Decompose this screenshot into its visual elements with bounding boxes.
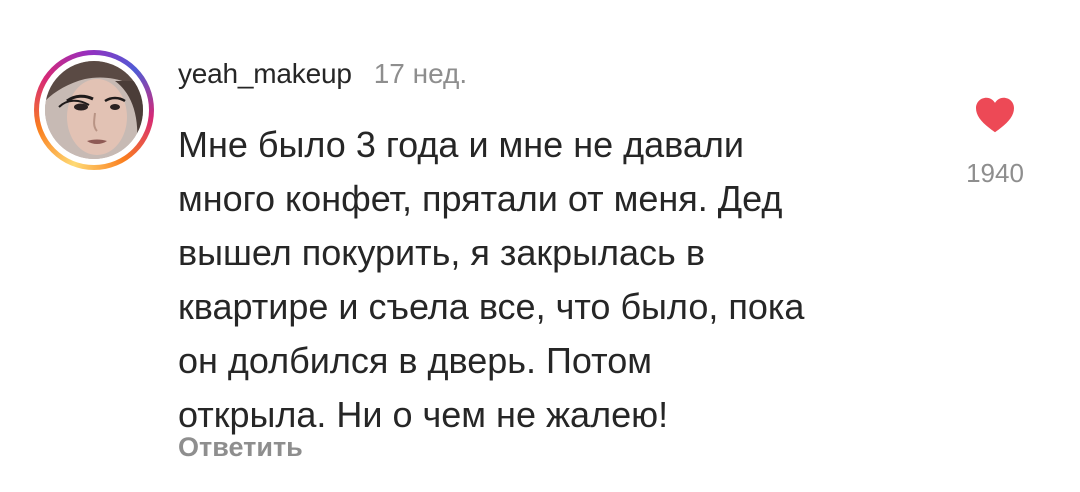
comment-text-line: много конфет, прятали от меня. Дед xyxy=(178,178,783,219)
comment-text: Мне было 3 года и мне не давали много ко… xyxy=(178,118,938,442)
like-count: 1940 xyxy=(966,158,1024,188)
comment-timestamp: 17 нед. xyxy=(373,58,468,89)
username-link[interactable]: yeah_makeup xyxy=(178,58,352,90)
avatar-ring-gap xyxy=(39,55,149,165)
comment-meta: yeah_makeup 17 нед. xyxy=(178,58,467,94)
comment-text-line: он долбился в дверь. Потом xyxy=(178,340,652,381)
comment-text-line: вышел покурить, я закрылась в xyxy=(178,232,705,273)
avatar[interactable] xyxy=(34,50,154,170)
comment-text-line: квартире и съела все, что было, пока xyxy=(178,286,805,327)
avatar-face-image xyxy=(45,61,143,159)
avatar-photo xyxy=(45,61,143,159)
heart-filled-icon[interactable] xyxy=(974,96,1016,134)
comment-item: yeah_makeup 17 нед. Мне было 3 года и мн… xyxy=(0,0,1080,492)
like-control: 1940 xyxy=(960,96,1030,189)
reply-button[interactable]: Ответить xyxy=(178,432,303,463)
comment-text-line: Мне было 3 года и мне не давали xyxy=(178,124,744,165)
